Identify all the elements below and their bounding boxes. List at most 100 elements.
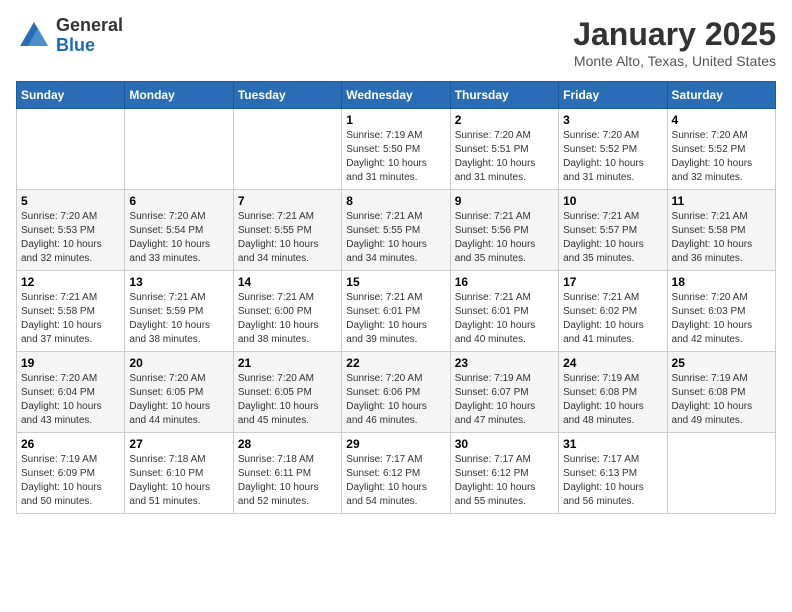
day-cell: 27 Sunrise: 7:18 AM Sunset: 6:10 PM Dayli… bbox=[125, 433, 233, 514]
day-cell: 5Sunrise: 7:20 AM Sunset: 5:53 PM Daylig… bbox=[17, 190, 125, 271]
logo-general-text: General bbox=[56, 15, 123, 35]
day-detail: Sunrise: 7:18 AM Sunset: 6:11 PM Dayligh… bbox=[238, 453, 337, 509]
day-number: 6 bbox=[129, 194, 228, 208]
day-cell: 12 Sunrise: 7:21 AM Sunset: 5:58 PM Dayli… bbox=[17, 271, 125, 352]
day-cell: 29Sunrise: 7:17 AM Sunset: 6:12 PM Dayli… bbox=[342, 433, 450, 514]
day-detail: Sunrise: 7:18 AM Sunset: 6:10 PM Dayligh… bbox=[129, 453, 228, 509]
day-cell: 18 Sunrise: 7:20 AM Sunset: 6:03 PM Dayli… bbox=[667, 271, 775, 352]
day-detail: Sunrise: 7:19 AM Sunset: 6:08 PM Dayligh… bbox=[563, 372, 662, 428]
day-detail: Sunrise: 7:21 AM Sunset: 5:59 PM Dayligh… bbox=[129, 291, 228, 347]
title-block: January 2025 Monte Alto, Texas, United S… bbox=[573, 16, 776, 69]
day-detail: Sunrise: 7:21 AM Sunset: 5:56 PM Dayligh… bbox=[455, 210, 554, 266]
day-number: 12 bbox=[21, 275, 120, 289]
day-detail: Sunrise: 7:20 AM Sunset: 6:06 PM Dayligh… bbox=[346, 372, 445, 428]
weekday-header-saturday: Saturday bbox=[667, 82, 775, 109]
day-detail: Sunrise: 7:21 AM Sunset: 6:00 PM Dayligh… bbox=[238, 291, 337, 347]
day-number: 30 bbox=[455, 437, 554, 451]
weekday-header-row: SundayMondayTuesdayWednesdayThursdayFrid… bbox=[17, 82, 776, 109]
page-header: General Blue January 2025 Monte Alto, Te… bbox=[16, 16, 776, 69]
day-detail: Sunrise: 7:20 AM Sunset: 5:52 PM Dayligh… bbox=[563, 129, 662, 185]
day-number: 7 bbox=[238, 194, 337, 208]
day-detail: Sunrise: 7:19 AM Sunset: 6:09 PM Dayligh… bbox=[21, 453, 120, 509]
day-cell: 15 Sunrise: 7:21 AM Sunset: 6:01 PM Dayli… bbox=[342, 271, 450, 352]
logo-icon bbox=[16, 18, 52, 54]
day-number: 25 bbox=[672, 356, 771, 370]
day-number: 22 bbox=[346, 356, 445, 370]
day-number: 28 bbox=[238, 437, 337, 451]
day-detail: Sunrise: 7:19 AM Sunset: 6:08 PM Dayligh… bbox=[672, 372, 771, 428]
day-detail: Sunrise: 7:21 AM Sunset: 5:58 PM Dayligh… bbox=[672, 210, 771, 266]
weekday-header-wednesday: Wednesday bbox=[342, 82, 450, 109]
day-detail: Sunrise: 7:21 AM Sunset: 5:55 PM Dayligh… bbox=[238, 210, 337, 266]
day-cell bbox=[17, 109, 125, 190]
day-cell: 3 Sunrise: 7:20 AM Sunset: 5:52 PM Daylig… bbox=[559, 109, 667, 190]
day-cell: 1Sunrise: 7:19 AM Sunset: 5:50 PM Daylig… bbox=[342, 109, 450, 190]
day-cell: 13 Sunrise: 7:21 AM Sunset: 5:59 PM Dayli… bbox=[125, 271, 233, 352]
day-detail: Sunrise: 7:19 AM Sunset: 5:50 PM Dayligh… bbox=[346, 129, 445, 185]
day-cell: 20 Sunrise: 7:20 AM Sunset: 6:05 PM Dayli… bbox=[125, 352, 233, 433]
day-cell: 26 Sunrise: 7:19 AM Sunset: 6:09 PM Dayli… bbox=[17, 433, 125, 514]
day-number: 21 bbox=[238, 356, 337, 370]
day-cell: 28 Sunrise: 7:18 AM Sunset: 6:11 PM Dayli… bbox=[233, 433, 341, 514]
day-cell: 16 Sunrise: 7:21 AM Sunset: 6:01 PM Dayli… bbox=[450, 271, 558, 352]
day-number: 14 bbox=[238, 275, 337, 289]
day-number: 27 bbox=[129, 437, 228, 451]
day-cell: 21Sunrise: 7:20 AM Sunset: 6:05 PM Dayli… bbox=[233, 352, 341, 433]
week-row-4: 19 Sunrise: 7:20 AM Sunset: 6:04 PM Dayli… bbox=[17, 352, 776, 433]
day-number: 18 bbox=[672, 275, 771, 289]
day-detail: Sunrise: 7:17 AM Sunset: 6:12 PM Dayligh… bbox=[455, 453, 554, 509]
day-number: 13 bbox=[129, 275, 228, 289]
day-cell: 11 Sunrise: 7:21 AM Sunset: 5:58 PM Dayli… bbox=[667, 190, 775, 271]
day-cell: 9 Sunrise: 7:21 AM Sunset: 5:56 PM Daylig… bbox=[450, 190, 558, 271]
day-number: 26 bbox=[21, 437, 120, 451]
day-detail: Sunrise: 7:21 AM Sunset: 5:57 PM Dayligh… bbox=[563, 210, 662, 266]
day-number: 17 bbox=[563, 275, 662, 289]
day-cell: 23Sunrise: 7:19 AM Sunset: 6:07 PM Dayli… bbox=[450, 352, 558, 433]
weekday-header-tuesday: Tuesday bbox=[233, 82, 341, 109]
day-detail: Sunrise: 7:21 AM Sunset: 6:02 PM Dayligh… bbox=[563, 291, 662, 347]
day-number: 23 bbox=[455, 356, 554, 370]
day-detail: Sunrise: 7:20 AM Sunset: 6:03 PM Dayligh… bbox=[672, 291, 771, 347]
day-detail: Sunrise: 7:21 AM Sunset: 5:58 PM Dayligh… bbox=[21, 291, 120, 347]
week-row-1: 1Sunrise: 7:19 AM Sunset: 5:50 PM Daylig… bbox=[17, 109, 776, 190]
day-detail: Sunrise: 7:20 AM Sunset: 5:51 PM Dayligh… bbox=[455, 129, 554, 185]
weekday-header-thursday: Thursday bbox=[450, 82, 558, 109]
week-row-3: 12 Sunrise: 7:21 AM Sunset: 5:58 PM Dayli… bbox=[17, 271, 776, 352]
day-number: 3 bbox=[563, 113, 662, 127]
day-detail: Sunrise: 7:20 AM Sunset: 5:54 PM Dayligh… bbox=[129, 210, 228, 266]
day-number: 8 bbox=[346, 194, 445, 208]
day-cell: 2Sunrise: 7:20 AM Sunset: 5:51 PM Daylig… bbox=[450, 109, 558, 190]
weekday-header-friday: Friday bbox=[559, 82, 667, 109]
day-cell: 14 Sunrise: 7:21 AM Sunset: 6:00 PM Dayli… bbox=[233, 271, 341, 352]
weekday-header-monday: Monday bbox=[125, 82, 233, 109]
weekday-header-sunday: Sunday bbox=[17, 82, 125, 109]
calendar-subtitle: Monte Alto, Texas, United States bbox=[573, 53, 776, 69]
day-number: 19 bbox=[21, 356, 120, 370]
day-number: 16 bbox=[455, 275, 554, 289]
day-number: 9 bbox=[455, 194, 554, 208]
day-number: 31 bbox=[563, 437, 662, 451]
day-cell bbox=[125, 109, 233, 190]
day-cell: 31Sunrise: 7:17 AM Sunset: 6:13 PM Dayli… bbox=[559, 433, 667, 514]
day-cell: 19 Sunrise: 7:20 AM Sunset: 6:04 PM Dayli… bbox=[17, 352, 125, 433]
day-cell: 22 Sunrise: 7:20 AM Sunset: 6:06 PM Dayli… bbox=[342, 352, 450, 433]
day-number: 11 bbox=[672, 194, 771, 208]
day-number: 5 bbox=[21, 194, 120, 208]
day-cell: 6 Sunrise: 7:20 AM Sunset: 5:54 PM Daylig… bbox=[125, 190, 233, 271]
day-cell bbox=[667, 433, 775, 514]
day-cell: 7 Sunrise: 7:21 AM Sunset: 5:55 PM Daylig… bbox=[233, 190, 341, 271]
day-detail: Sunrise: 7:21 AM Sunset: 6:01 PM Dayligh… bbox=[346, 291, 445, 347]
day-detail: Sunrise: 7:21 AM Sunset: 6:01 PM Dayligh… bbox=[455, 291, 554, 347]
day-number: 20 bbox=[129, 356, 228, 370]
day-detail: Sunrise: 7:20 AM Sunset: 6:05 PM Dayligh… bbox=[129, 372, 228, 428]
calendar-title: January 2025 bbox=[573, 16, 776, 53]
logo: General Blue bbox=[16, 16, 123, 56]
day-cell: 24Sunrise: 7:19 AM Sunset: 6:08 PM Dayli… bbox=[559, 352, 667, 433]
day-detail: Sunrise: 7:17 AM Sunset: 6:12 PM Dayligh… bbox=[346, 453, 445, 509]
day-cell: 8Sunrise: 7:21 AM Sunset: 5:55 PM Daylig… bbox=[342, 190, 450, 271]
day-cell: 4Sunrise: 7:20 AM Sunset: 5:52 PM Daylig… bbox=[667, 109, 775, 190]
day-number: 15 bbox=[346, 275, 445, 289]
day-detail: Sunrise: 7:20 AM Sunset: 6:04 PM Dayligh… bbox=[21, 372, 120, 428]
day-cell bbox=[233, 109, 341, 190]
day-number: 4 bbox=[672, 113, 771, 127]
